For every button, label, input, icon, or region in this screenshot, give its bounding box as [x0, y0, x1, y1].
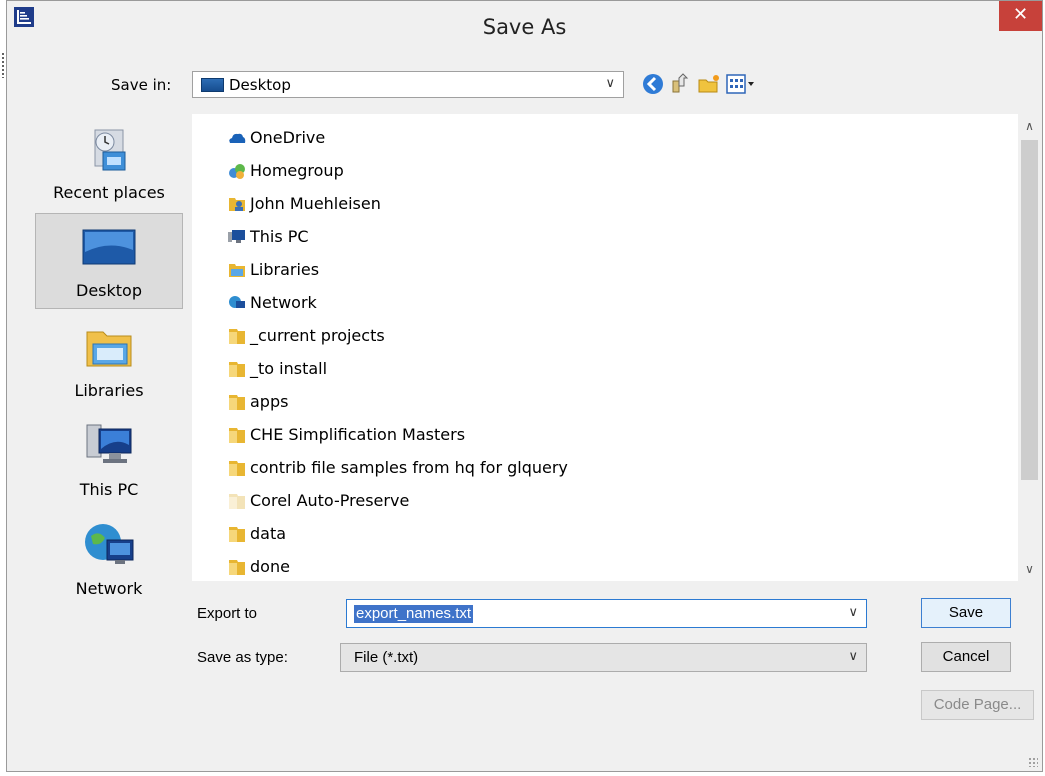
list-item-name: apps [250, 392, 289, 411]
list-item-name: John Muehleisen [250, 194, 381, 213]
list-item-name: _current projects [250, 326, 385, 345]
list-item-name: Network [250, 293, 317, 312]
list-item-name: contrib file samples from hq for glquery [250, 458, 568, 477]
close-button[interactable]: ✕ [999, 1, 1042, 31]
dialog-title: Save As [482, 15, 567, 39]
chevron-down-icon: ∨ [605, 76, 615, 91]
export-to-field[interactable]: export_names.txt ∨ [346, 599, 867, 628]
scroll-thumb[interactable] [1021, 140, 1038, 480]
chevron-down-icon[interactable]: ∨ [848, 649, 858, 664]
back-icon[interactable] [641, 72, 665, 96]
view-menu-icon[interactable] [725, 72, 757, 96]
file-list[interactable]: OneDrive Homegroup John Muehleisen This … [192, 114, 1041, 581]
up-folder-icon[interactable] [669, 72, 693, 96]
list-item-name: Homegroup [250, 161, 344, 180]
folder-icon [229, 461, 245, 476]
place-label: Desktop [76, 281, 142, 300]
grip-dots [1, 52, 5, 78]
libraries-icon [229, 264, 245, 277]
save-button[interactable]: Save [921, 598, 1011, 628]
save-in-value: Desktop [229, 76, 291, 94]
place-libraries[interactable]: Libraries [35, 312, 183, 408]
scroll-down-icon[interactable]: ∨ [1018, 557, 1041, 581]
vertical-scrollbar[interactable]: ∧ ∨ [1018, 114, 1041, 581]
folder-icon [229, 428, 245, 443]
homegroup-icon [229, 164, 245, 179]
network-icon [85, 524, 134, 564]
network-icon [229, 296, 245, 308]
folder-icon [229, 395, 245, 410]
title-bar: Save As ✕ [7, 1, 1042, 58]
desktop-icon [82, 229, 136, 265]
list-item-name: Libraries [250, 260, 320, 279]
place-recent-places[interactable]: Recent places [35, 114, 183, 210]
recent-places-icon [94, 129, 126, 171]
list-item-name: Corel Auto-Preserve [250, 491, 410, 510]
place-desktop[interactable]: Desktop [35, 213, 183, 309]
chevron-down-icon[interactable]: ∨ [848, 605, 858, 620]
user-folder-icon [229, 198, 245, 211]
place-label: This PC [79, 480, 139, 499]
desktop-icon [201, 78, 224, 92]
folder-icon [229, 362, 245, 377]
cancel-button[interactable]: Cancel [921, 642, 1011, 672]
place-this-pc[interactable]: This PC [35, 411, 183, 507]
list-item-name: This PC [250, 227, 309, 246]
list-item-name: _to install [250, 359, 328, 378]
list-item-name: CHE Simplification Masters [250, 425, 466, 444]
new-folder-icon[interactable] [697, 72, 721, 96]
export-to-label: Export to [197, 605, 258, 622]
folder-faded-icon [229, 494, 245, 509]
this-pc-icon [86, 424, 132, 463]
list-item-name: OneDrive [250, 128, 326, 147]
libraries-icon [86, 331, 132, 367]
places-bar: Recent places Desktop Libraries This PC … [35, 114, 183, 599]
place-network[interactable]: Network [35, 510, 183, 606]
list-item-name: done [250, 557, 290, 576]
list-item-name: data [250, 524, 287, 543]
folder-icon [229, 527, 245, 542]
this-pc-icon [228, 230, 245, 243]
save-as-type-dropdown[interactable]: File (*.txt) ∨ [340, 643, 867, 672]
export-to-value[interactable]: export_names.txt [354, 605, 474, 623]
place-label: Recent places [53, 183, 165, 202]
save-in-label: Save in: [111, 76, 172, 94]
folder-icon [229, 560, 245, 575]
folder-icon [229, 329, 245, 344]
save-as-type-value: File (*.txt) [354, 649, 419, 666]
close-icon: ✕ [1012, 4, 1029, 25]
save-as-type-label: Save as type: [197, 649, 288, 666]
onedrive-icon [229, 133, 246, 143]
place-label: Libraries [74, 381, 144, 400]
scroll-up-icon[interactable]: ∧ [1018, 114, 1041, 138]
save-as-dialog: Save As ✕ Save in: Desktop ∨ Recent plac… [6, 0, 1043, 772]
save-in-dropdown[interactable]: Desktop ∨ [192, 71, 624, 98]
resize-grip-icon[interactable] [1028, 757, 1038, 767]
code-page-button[interactable]: Code Page... [921, 690, 1034, 720]
place-label: Network [75, 579, 143, 598]
